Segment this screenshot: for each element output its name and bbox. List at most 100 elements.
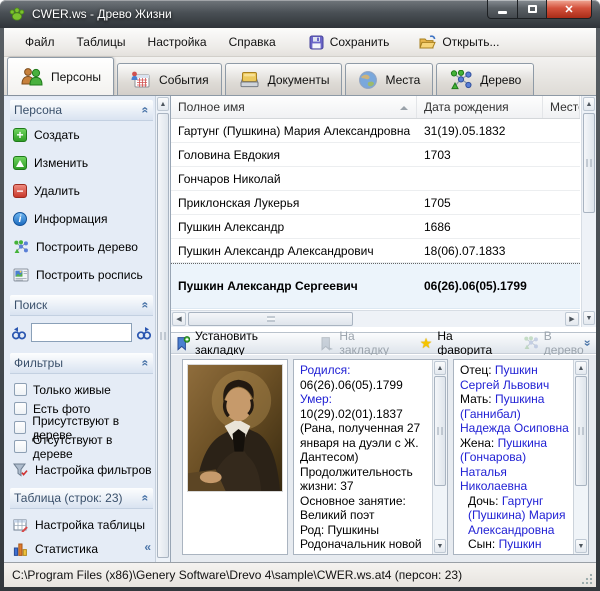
scrollbar-thumb[interactable] [583, 113, 595, 213]
horizontal-scrollbar[interactable]: ◀ ▶ [171, 310, 580, 327]
menu-tables[interactable]: Таблицы [66, 31, 137, 53]
table-row[interactable]: Приклонская Лукерья 1705 [171, 191, 580, 215]
scroll-down-icon[interactable]: ▼ [575, 539, 587, 553]
chevron-up-icon[interactable]: « [139, 495, 153, 502]
section-table-header[interactable]: Таблица (строк: 23) « [10, 488, 153, 509]
resize-grip[interactable] [582, 573, 593, 584]
relations-panel: Отец: Пушкин Сергей Львович Мать: Пушкин… [453, 359, 589, 555]
facts-scrollbar[interactable]: ▲ ▼ [432, 360, 447, 554]
chevron-up-icon[interactable]: « [139, 302, 153, 309]
open-button[interactable]: Открыть... [411, 32, 507, 53]
scroll-up-icon[interactable]: ▲ [157, 97, 169, 111]
relations-scrollbar[interactable]: ▲ ▼ [573, 360, 588, 554]
window-controls: ✕ [487, 0, 592, 19]
photo-panel[interactable] [182, 359, 288, 555]
chevron-up-icon[interactable]: « [139, 107, 153, 114]
chevron-down-icon[interactable]: « [580, 340, 594, 347]
checkbox-icon[interactable] [14, 402, 27, 415]
checkbox-icon[interactable] [14, 383, 27, 396]
relation-label: Отец: [460, 363, 492, 377]
tab-places[interactable]: Места [345, 63, 433, 95]
minimize-button[interactable] [487, 0, 518, 19]
scroll-left-icon[interactable]: ◀ [172, 312, 186, 326]
tab-label: Дерево [480, 73, 521, 87]
sidebar-item-edit[interactable]: Изменить [10, 149, 153, 177]
tab-label: События [159, 73, 209, 87]
sidebar: Персона « + Создать Изменить − Удалить i… [4, 96, 171, 562]
scroll-up-icon[interactable]: ▲ [434, 361, 446, 375]
close-button[interactable]: ✕ [547, 0, 592, 19]
tab-tree[interactable]: Дерево [436, 63, 534, 95]
section-persona-header[interactable]: Персона « [10, 100, 153, 121]
menu-settings[interactable]: Настройка [137, 31, 218, 53]
search-back-icon[interactable] [11, 325, 27, 340]
fact-value: Род: Пушкины [300, 523, 379, 537]
calendar-icon [130, 70, 152, 90]
sidebar-scrollbar[interactable]: ▲ [155, 96, 170, 562]
vertical-scrollbar[interactable]: ▲ ▼ [581, 96, 596, 327]
chevron-up-icon[interactable]: « [139, 360, 153, 367]
sidebar-item-delete[interactable]: − Удалить [10, 177, 153, 205]
tree-diagram-icon [449, 70, 473, 90]
scrollbar-thumb[interactable] [188, 312, 353, 326]
scrollbar-thumb[interactable] [575, 376, 587, 486]
item-label: Построить роспись [36, 268, 143, 282]
search-input[interactable] [31, 323, 132, 342]
tree-diagram-icon [523, 336, 539, 350]
column-header-fullname[interactable]: Полное имя [171, 96, 417, 118]
section-search-header[interactable]: Поиск « [10, 295, 153, 316]
set-bookmark-button[interactable]: Установить закладку [176, 329, 303, 357]
section-title: Персона [14, 103, 62, 117]
table-row[interactable]: Гартунг (Пушкина) Мария Александровна 31… [171, 119, 580, 143]
sidebar-collapse-icon[interactable]: « [144, 540, 151, 554]
table-row[interactable]: Головина Евдокия 1703 [171, 143, 580, 167]
sidebar-item-create[interactable]: + Создать [10, 121, 153, 149]
scrollbar-thumb[interactable] [157, 113, 169, 558]
table-row[interactable]: Пушкин Александр 1686 [171, 215, 580, 239]
sidebar-item-build-report[interactable]: Построить роспись [10, 261, 153, 289]
tab-persons[interactable]: Персоны [7, 57, 114, 95]
scroll-up-icon[interactable]: ▲ [575, 361, 587, 375]
save-button[interactable]: Сохранить [301, 32, 398, 53]
goto-bookmark-button[interactable]: На закладку [320, 329, 402, 357]
table-row[interactable]: Пушкин Александр Александрович 18(06).07… [171, 239, 580, 263]
title-bar: CWER.ws - Древо Жизни ✕ [0, 0, 600, 28]
column-header-birthdate[interactable]: Дата рождения [417, 96, 543, 118]
sidebar-item-filter-settings[interactable]: Настройка фильтров [10, 458, 153, 482]
window-title: CWER.ws - Древо Жизни [32, 7, 172, 21]
globe-icon [358, 70, 378, 90]
sidebar-item-table-settings[interactable]: Настройка таблицы [10, 513, 153, 537]
menu-file[interactable]: Файл [14, 31, 66, 53]
tab-events[interactable]: События [117, 63, 222, 95]
fact-value: Продолжительность жизни: 37 [300, 465, 413, 494]
tab-documents[interactable]: Документы [225, 63, 343, 95]
search-forward-icon[interactable] [136, 325, 152, 340]
tree-diagram-icon [13, 240, 29, 254]
checkbox-icon[interactable] [14, 421, 26, 434]
sidebar-item-build-tree[interactable]: Построить дерево [10, 233, 153, 261]
filter-only-living[interactable]: Только живые [10, 380, 153, 399]
sidebar-item-statistics[interactable]: Статистика [10, 537, 153, 561]
scroll-up-icon[interactable]: ▲ [583, 97, 595, 111]
fact-value: Основное занятие: Великий поэт [300, 494, 406, 523]
fact-label: Умер: [300, 392, 332, 406]
maximize-button[interactable] [518, 0, 547, 19]
scroll-right-icon[interactable]: ▶ [565, 312, 579, 326]
scrollbar-thumb[interactable] [434, 376, 446, 486]
favorite-button[interactable]: ★ На фаворита [420, 329, 506, 357]
checkbox-icon[interactable] [14, 440, 27, 453]
menu-help[interactable]: Справка [218, 31, 287, 53]
main-panel: Полное имя Дата рождения Место Гартунг (… [171, 96, 596, 562]
scroll-down-icon[interactable]: ▼ [583, 311, 595, 325]
sidebar-item-info[interactable]: i Информация [10, 205, 153, 233]
column-header-place[interactable]: Место [543, 96, 580, 118]
relation-label: Жена: [460, 436, 494, 450]
facts-panel: Родился: 06(26).06(05).1799 Умер: 10(29)… [293, 359, 448, 555]
table-row[interactable]: Гончаров Николай [171, 167, 580, 191]
people-icon [20, 67, 44, 86]
section-filters-header[interactable]: Фильтры « [10, 353, 153, 374]
section-title: Фильтры [14, 356, 63, 370]
scroll-down-icon[interactable]: ▼ [434, 539, 446, 553]
save-label: Сохранить [330, 35, 390, 49]
table-row-selected[interactable]: Пушкин Александр Сергеевич 06(26).06(05)… [171, 263, 580, 309]
